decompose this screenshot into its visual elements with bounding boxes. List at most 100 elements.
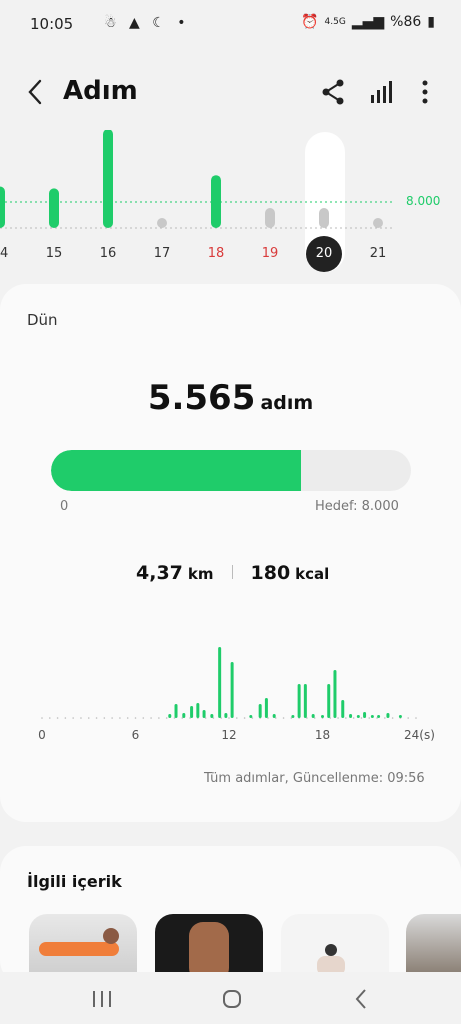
baseline-dot [384,717,386,719]
related-thumbnail-muscle[interactable] [155,914,263,974]
week-bar-19[interactable] [265,208,275,228]
hour-bar-26 [377,715,381,718]
baseline-dot [368,717,371,719]
week-day-label-15[interactable]: 15 [36,246,72,261]
step-count-value: 5.565 [147,378,256,418]
hour-bar-14 [291,715,295,718]
week-day-label-17[interactable]: 17 [144,246,180,261]
baseline-dot [111,717,113,719]
related-thumbnail-plank[interactable] [29,914,137,974]
baseline-dot [64,717,67,719]
more-options-icon[interactable] [410,77,440,107]
week-day-label-14[interactable]: 14 [0,246,18,261]
week-day-label-20[interactable]: 20 [306,236,342,272]
hour-bar-7 [218,647,222,718]
network-type: 4.5G [324,17,346,27]
related-thumbnail-outdoor[interactable] [406,914,461,974]
baseline-dot [41,717,43,719]
hour-tick-label: 6 [132,728,140,742]
hour-bar-1 [174,704,178,718]
baseline-dot [142,717,145,719]
calories-value: 180 [250,562,291,584]
hour-bar-0 [168,714,172,718]
baseline-dot [134,717,137,719]
goal-progress-bar [51,450,411,491]
status-right: ⏰ 4.5G ▂▄▆ %86 ▮ [301,14,435,30]
week-bar-17[interactable] [157,218,167,228]
baseline-dot [345,717,347,719]
progress-start-label: 0 [60,499,69,514]
baseline-dot [235,717,238,719]
week-day-label-21[interactable]: 21 [360,246,396,261]
weekly-bars [0,130,395,229]
hour-tick-label: 18 [315,728,330,742]
baseline-dot [103,717,106,719]
home-icon[interactable] [222,989,242,1009]
week-day-label-18[interactable]: 18 [198,246,234,261]
hour-bar-19 [327,684,331,718]
hour-bar-27 [386,713,390,718]
day-label: Dün [27,311,58,329]
hour-tick-label: 12 [221,728,236,742]
baseline-dot [56,717,59,719]
week-bar-14[interactable] [0,186,5,228]
week-day-label-19[interactable]: 19 [252,246,288,261]
baseline-dot [158,717,160,719]
share-icon[interactable] [318,77,348,107]
hour-bar-6 [210,714,214,718]
distance-value: 4,37 [136,562,183,584]
week-bar-15[interactable] [49,188,59,228]
hour-bar-12 [264,698,268,718]
baseline-dot [243,717,246,719]
baseline-dot [352,717,355,719]
baseline-dot [95,717,98,719]
hour-bar-24 [363,712,367,718]
update-footer: Tüm adımlar, Güncellenme: 09:56 [204,771,425,786]
weekly-steps-chart[interactable]: 8.000 14 15 16 17 18 19 20 21 [0,130,461,290]
page-title: Adım [63,76,138,106]
baseline-dot [126,717,129,719]
hour-bar-8 [224,713,228,718]
hour-bar-28 [398,715,402,718]
distance-unit: km [187,565,214,583]
hour-bar-13 [272,714,276,718]
week-day-label-16[interactable]: 16 [90,246,126,261]
related-thumbnail-stretch[interactable] [281,914,389,974]
goal-progress-fill [51,450,302,491]
hour-bar-18 [321,715,324,718]
week-bar-18[interactable] [211,175,221,228]
baseline-dot [360,717,363,719]
notification-icons: ☃ ▲ ☾ • [104,15,190,31]
baseline-dot [48,717,51,719]
alarm-icon: ⏰ [301,14,319,30]
distance-calories: 4,37 km 180 kcal [136,562,329,584]
battery-icon: ▮ [427,14,435,30]
hour-bar-10 [249,715,253,718]
nav-back-icon[interactable] [354,988,368,1010]
week-bar-20[interactable] [319,208,329,228]
recent-apps-icon[interactable] [92,990,112,1008]
baseline-dot [165,717,168,719]
progress-goal-label: Hedef: 8.000 [315,499,399,514]
baseline-dot [80,717,82,719]
hour-bar-5 [202,710,206,718]
baseline-dot [228,717,230,719]
step-count: 5.565 adım [0,378,461,418]
hour-bar-3 [190,706,194,718]
trends-bar-icon[interactable] [367,77,397,107]
battery-percent: %86 [390,14,422,30]
baseline-dot [391,717,394,719]
related-content-title: İlgili içerik [27,872,122,891]
hour-bar-11 [258,704,262,718]
status-time: 10:05 [30,15,74,33]
hour-bar-2 [182,713,186,718]
hour-tick-label: 24(s) [404,728,435,742]
week-bar-21[interactable] [373,218,383,228]
back-arrow-icon[interactable] [22,78,50,106]
week-bar-16[interactable] [103,130,113,228]
goal-line-label: 8.000 [406,194,441,208]
calories-unit: kcal [295,565,330,583]
baseline-dot [337,717,339,719]
baseline-dot [415,717,417,719]
hour-bar-20 [333,670,337,718]
